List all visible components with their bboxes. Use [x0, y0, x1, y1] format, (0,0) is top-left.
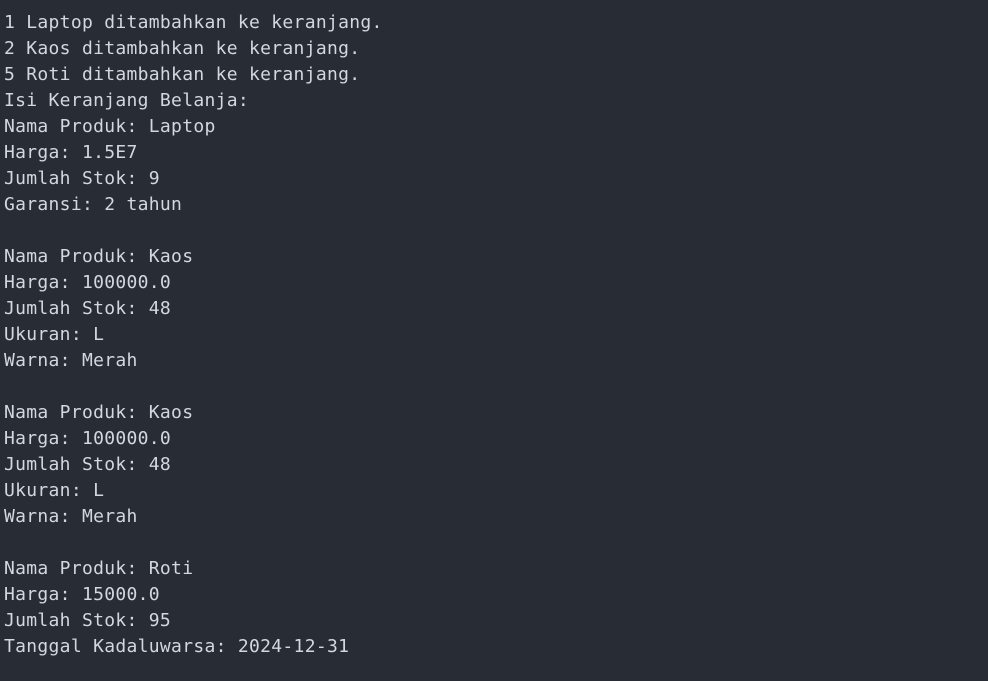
output-line: Harga: 100000.0 — [4, 272, 172, 293]
output-line: Jumlah Stok: 48 — [4, 298, 172, 319]
output-line: Nama Produk: Roti — [4, 558, 194, 579]
output-line: Nama Produk: Kaos — [4, 246, 194, 267]
output-line: 5 Roti ditambahkan ke keranjang. — [4, 64, 361, 85]
output-line: Ukuran: L — [4, 324, 105, 345]
terminal-output[interactable]: 1 Laptop ditambahkan ke keranjang. 2 Kao… — [0, 0, 988, 681]
output-line: Garansi: 2 tahun — [4, 194, 183, 215]
output-line: Jumlah Stok: 95 — [4, 610, 172, 631]
output-line: Harga: 100000.0 — [4, 428, 172, 449]
output-line: Jumlah Stok: 48 — [4, 454, 172, 475]
output-line: Nama Produk: Kaos — [4, 402, 194, 423]
output-line: Tanggal Kadaluwarsa: 2024-12-31 — [4, 636, 350, 657]
output-line: Isi Keranjang Belanja: — [4, 90, 250, 111]
output-line: Harga: 15000.0 — [4, 584, 160, 605]
output-line: 2 Kaos ditambahkan ke keranjang. — [4, 38, 361, 59]
output-line: Jumlah Stok: 9 — [4, 168, 160, 189]
output-line: Nama Produk: Laptop — [4, 116, 216, 137]
output-line: Ukuran: L — [4, 480, 105, 501]
output-line: 1 Laptop ditambahkan ke keranjang. — [4, 12, 383, 33]
output-line: Harga: 1.5E7 — [4, 142, 138, 163]
output-line: Warna: Merah — [4, 350, 138, 371]
output-line: Warna: Merah — [4, 506, 138, 527]
